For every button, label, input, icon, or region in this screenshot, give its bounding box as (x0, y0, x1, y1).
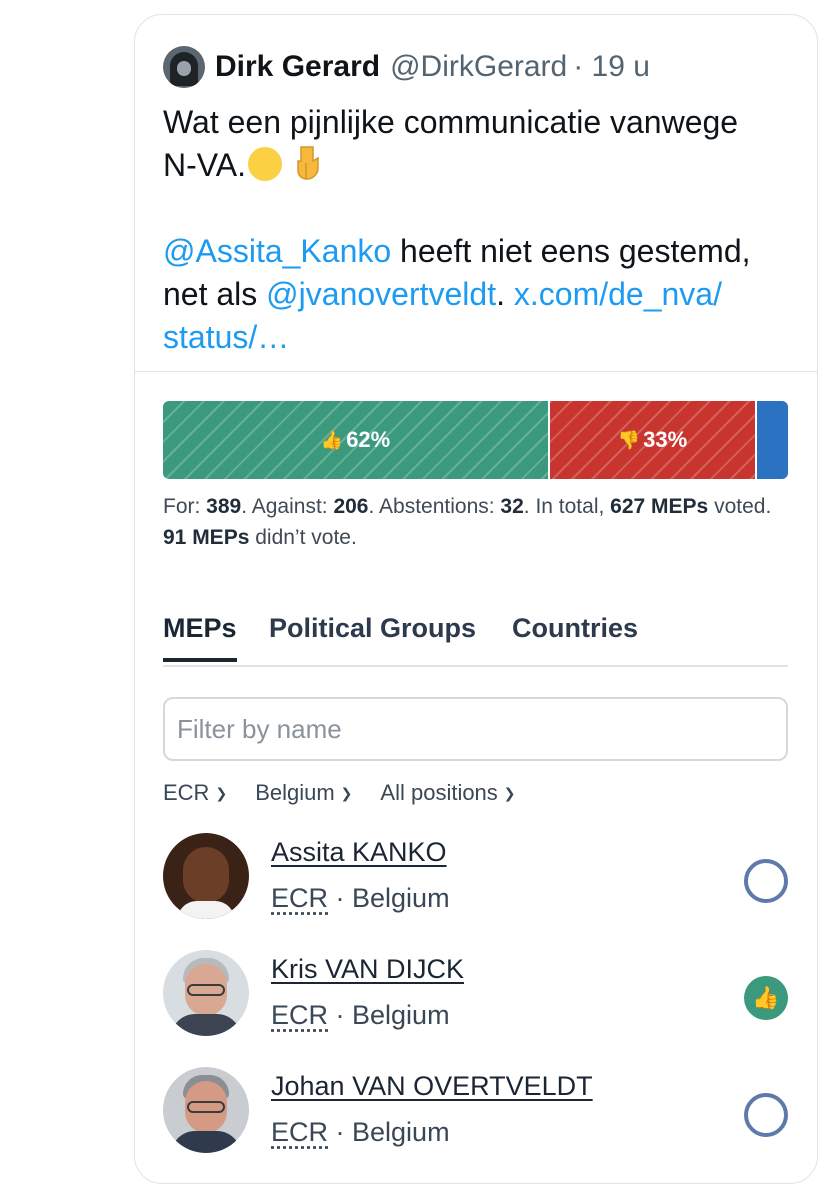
position-dropdown[interactable]: All positions ❯ (380, 780, 515, 806)
group-dropdown-value: ECR (163, 780, 210, 805)
filter-by-name-input[interactable] (163, 697, 788, 761)
tab-political-groups[interactable]: Political Groups (269, 613, 476, 658)
author-avatar[interactable] (163, 46, 205, 88)
tweet-line: . (496, 276, 514, 312)
status-link-continued[interactable]: status/… (163, 319, 289, 355)
for-count: 389 (206, 495, 242, 518)
status-link[interactable]: x.com/de_nva/ (514, 276, 722, 312)
author-handle[interactable]: @DirkGerard (390, 50, 567, 84)
mep-photo (163, 1067, 249, 1153)
summary-text: . Abstentions: (368, 495, 501, 518)
tweet-line: heeft niet eens gestemd, (391, 233, 751, 269)
flushed-face-emoji-icon (247, 147, 282, 181)
mention-jvanovertveldt-link[interactable]: @jvanovertveldt (266, 276, 496, 312)
separator: · (328, 1117, 353, 1147)
tab-meps[interactable]: MEPs (163, 613, 237, 662)
did-not-vote-icon (744, 859, 788, 903)
tweet-card[interactable]: Dirk Gerard @DirkGerard · 19 u Wat een p… (134, 14, 818, 1184)
mep-meta: ECR · Belgium (271, 883, 450, 914)
mep-row: Kris VAN DIJCK ECR · Belgium 👍 (163, 950, 788, 1040)
voted-for-thumbs-up-icon: 👍 (744, 976, 788, 1020)
country-dropdown[interactable]: Belgium ❯ (255, 780, 352, 806)
not-voted-count: 91 MEPs (163, 526, 250, 549)
mep-row: Johan VAN OVERTVELDT ECR · Belgium (163, 1067, 788, 1157)
tweet-line: net als (163, 276, 267, 312)
filter-dropdowns: ECR ❯ Belgium ❯ All positions ❯ (163, 780, 544, 806)
against-count: 206 (333, 495, 369, 518)
against-segment[interactable]: 👎 33% (548, 401, 755, 479)
mep-photo (163, 833, 249, 919)
mep-name-link[interactable]: Johan VAN OVERTVELDT (271, 1071, 593, 1102)
summary-text: . In total, (523, 495, 611, 518)
author-name[interactable]: Dirk Gerard (215, 50, 380, 84)
abstentions-count: 32 (500, 495, 524, 518)
mep-meta: ECR · Belgium (271, 1000, 450, 1031)
tab-bar: MEPs Political Groups Countries (163, 613, 788, 667)
for-percent: 62% (346, 427, 391, 452)
mep-name-link[interactable]: Kris VAN DIJCK (271, 954, 464, 985)
tweet-time[interactable]: · 19 u (573, 50, 650, 84)
did-not-vote-icon (744, 1093, 788, 1137)
mep-country: Belgium (352, 1000, 450, 1030)
vote-summary: For: 389. Against: 206. Abstentions: 32.… (163, 491, 793, 553)
thumbs-up-icon: 👍 (320, 429, 344, 450)
mep-country: Belgium (352, 1117, 450, 1147)
separator: · (328, 883, 353, 913)
mep-photo (163, 950, 249, 1036)
tweet-line: Wat een pijnlijke communicatie vanwege (163, 104, 739, 140)
for-segment[interactable]: 👍 62% (163, 401, 549, 479)
summary-text: For: (163, 495, 207, 518)
summary-text: voted. (708, 495, 772, 518)
divider (135, 371, 817, 372)
tab-countries[interactable]: Countries (512, 613, 638, 658)
thumbs-down-icon: 👎 (617, 429, 641, 450)
mep-group[interactable]: ECR (271, 1000, 328, 1030)
mep-meta: ECR · Belgium (271, 1117, 450, 1148)
mep-row: Assita KANKO ECR · Belgium (163, 833, 788, 923)
country-dropdown-value: Belgium (255, 780, 335, 805)
vote-result-bar[interactable]: 👍 62% 👎 33% (163, 401, 788, 479)
summary-text: didn’t vote. (249, 526, 357, 549)
mep-group[interactable]: ECR (271, 1117, 328, 1147)
mep-country: Belgium (352, 883, 450, 913)
tweet-text: Wat een pijnlijke communicatie vanwege N… (163, 101, 803, 359)
separator: · (328, 1000, 353, 1030)
against-percent: 33% (643, 427, 688, 452)
tweet-header: Dirk Gerard @DirkGerard · 19 u (163, 45, 650, 89)
chevron-down-icon: ❯ (215, 784, 228, 801)
chevron-down-icon: ❯ (340, 784, 353, 801)
chevron-down-icon: ❯ (503, 784, 516, 801)
mep-group[interactable]: ECR (271, 883, 328, 913)
tweet-line: N-VA. (163, 147, 246, 183)
mep-name-link[interactable]: Assita KANKO (271, 837, 447, 868)
total-count: 627 MEPs (610, 495, 709, 518)
summary-text: . Against: (241, 495, 334, 518)
position-dropdown-value: All positions (380, 780, 498, 805)
group-dropdown[interactable]: ECR ❯ (163, 780, 227, 806)
mention-assita-kanko-link[interactable]: @Assita_Kanko (163, 233, 391, 269)
pointing-down-emoji-icon (291, 145, 325, 180)
abstentions-segment[interactable] (754, 401, 788, 479)
